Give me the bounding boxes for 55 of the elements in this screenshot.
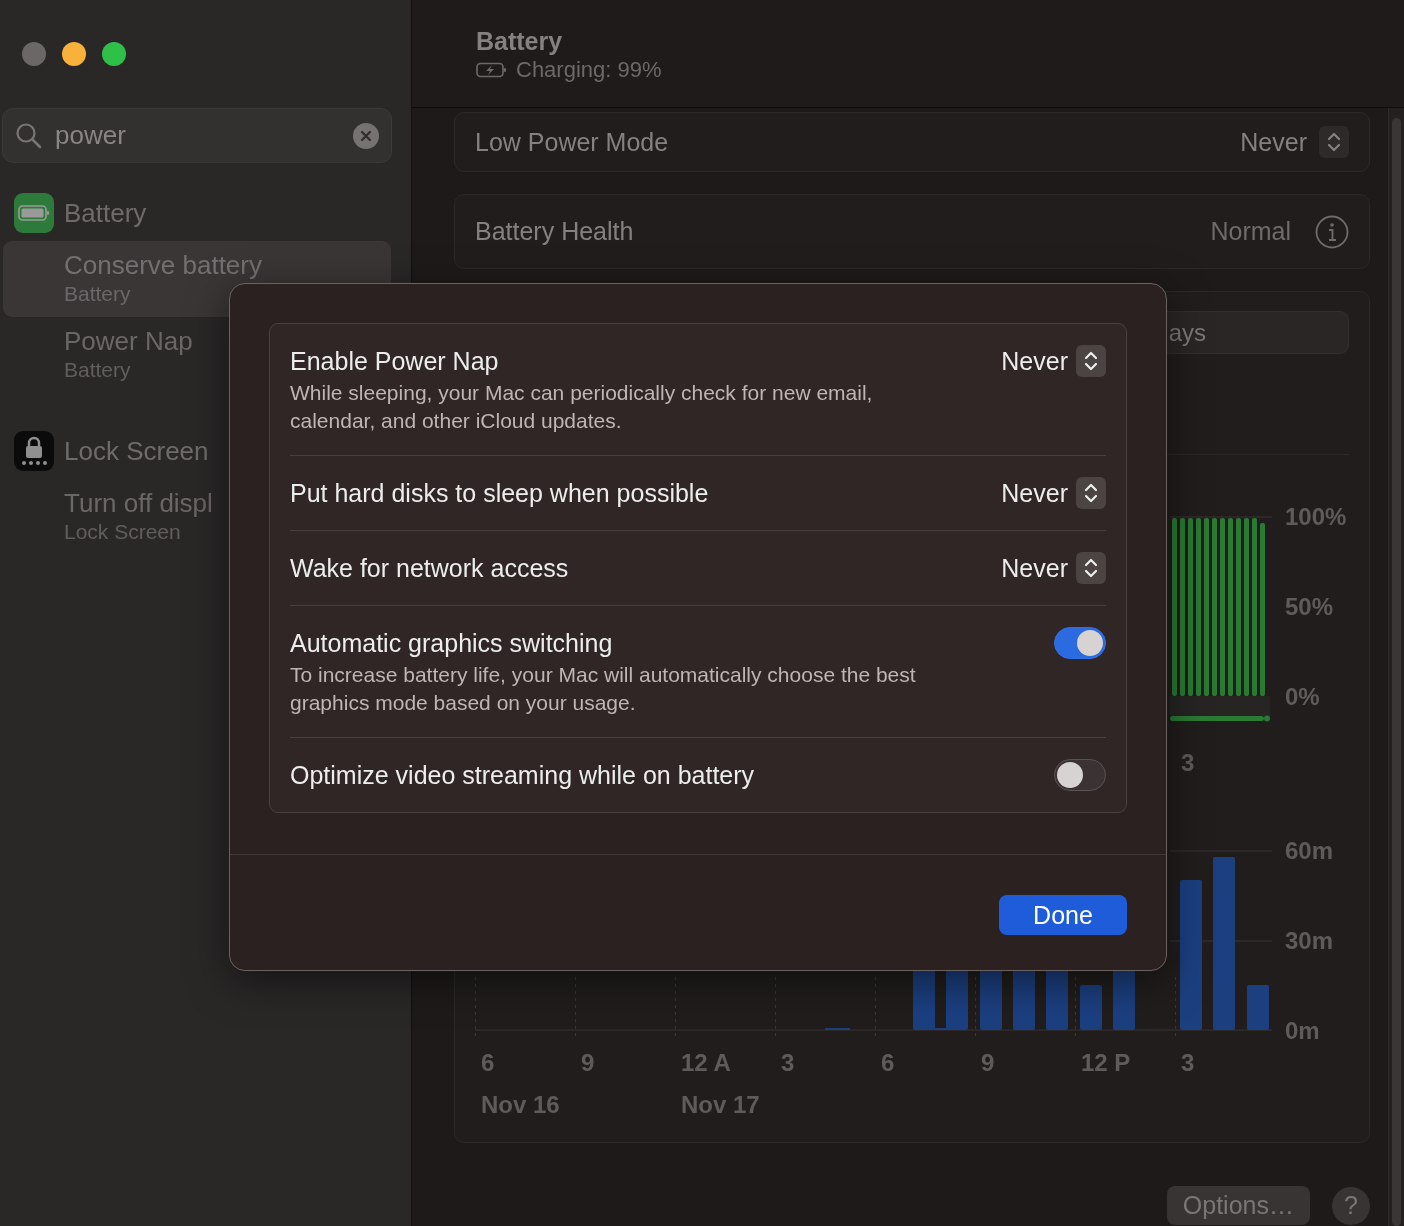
lock-app-icon [14, 431, 54, 471]
charging-battery-icon [476, 62, 508, 78]
help-button[interactable]: ? [1332, 1186, 1370, 1225]
toggle-switch[interactable] [1054, 627, 1106, 659]
axis-label: 12 P [1081, 1049, 1131, 1077]
axis-label: Nov 17 [681, 1091, 760, 1119]
stepper-button[interactable] [1076, 477, 1106, 509]
axis-label: 60m [1285, 837, 1335, 865]
setting-title: Wake for network access [290, 553, 570, 584]
window-title: Battery [476, 26, 564, 56]
popup-value[interactable]: Never [1001, 346, 1068, 376]
axis-label: 50% [1285, 593, 1335, 621]
stepper-icon [1084, 557, 1098, 579]
sidebar-group-title[interactable]: Battery [64, 197, 147, 229]
stepper-button[interactable] [1076, 552, 1106, 584]
search-icon [15, 121, 43, 150]
popup-value[interactable]: Never [1001, 553, 1068, 583]
setting-description: To increase battery life, your Mac will automatically choose the best graphics mode based on your usage. [290, 662, 917, 716]
axis-label: 0m [1285, 1017, 1321, 1045]
axis-label: Nov 16 [481, 1091, 560, 1119]
setting-label: Battery Health [475, 217, 635, 246]
search-field[interactable]: power [2, 108, 392, 163]
stepper-icon [1084, 482, 1098, 504]
axis-label: 6 [481, 1049, 495, 1077]
stepper-button[interactable] [1076, 345, 1106, 377]
battery-app-icon [14, 193, 54, 233]
toggle-switch[interactable] [1054, 759, 1106, 791]
close-button[interactable] [22, 42, 46, 66]
charging-status: Charging: 99% [516, 56, 662, 84]
stepper-icon [1084, 350, 1098, 372]
axis-label: 3 [781, 1049, 795, 1077]
axis-label: 0% [1285, 683, 1321, 711]
axis-label: 9 [981, 1049, 995, 1077]
popup-value[interactable]: Never [1240, 127, 1307, 157]
info-icon[interactable] [1315, 214, 1349, 249]
axis-label: 30m [1285, 927, 1335, 955]
setting-value: Normal [1210, 217, 1291, 246]
axis-label: 3 [1181, 1049, 1195, 1077]
axis-label: 12 A [681, 1049, 731, 1077]
done-button[interactable]: Done [999, 895, 1127, 935]
setting-title: Optimize video streaming while on battery [290, 760, 756, 791]
axis-label: 9 [581, 1049, 595, 1077]
setting-title: Automatic graphics switching [290, 628, 614, 659]
sidebar-group-title[interactable]: Lock Screen [64, 435, 209, 467]
minimize-button[interactable] [62, 42, 86, 66]
scrollbar[interactable] [1388, 108, 1404, 1226]
clear-icon[interactable] [353, 122, 379, 149]
setting-label: Low Power Mode [475, 127, 670, 157]
axis-label: 3 [1181, 749, 1195, 777]
axis-label: 100% [1285, 503, 1348, 531]
options-button[interactable]: Options… [1166, 1186, 1310, 1225]
axis-label: 6 [881, 1049, 895, 1077]
zoom-button[interactable] [102, 42, 126, 66]
popup-value[interactable]: Never [1001, 478, 1068, 508]
stepper-icon [1327, 131, 1341, 153]
